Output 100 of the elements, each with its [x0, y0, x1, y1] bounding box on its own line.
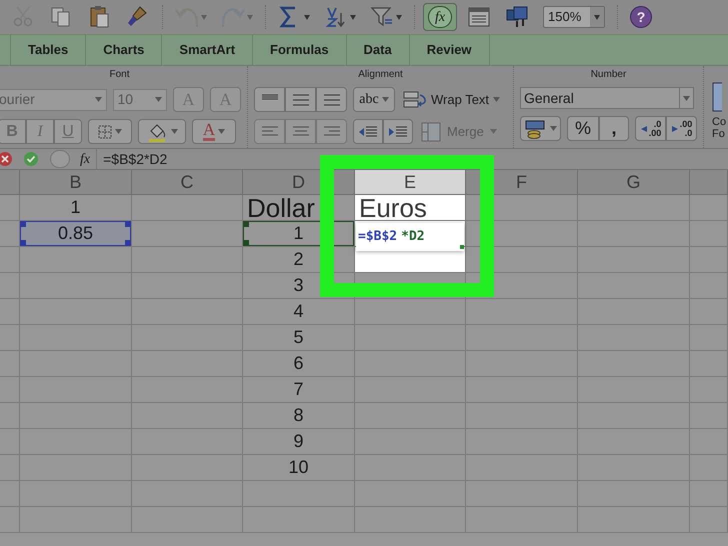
- spreadsheet-cell[interactable]: [0, 455, 20, 481]
- spreadsheet-cell[interactable]: [466, 429, 578, 455]
- number-format-field[interactable]: General: [520, 87, 694, 109]
- spreadsheet-cell[interactable]: [20, 429, 132, 455]
- column-header[interactable]: B: [20, 170, 132, 195]
- spreadsheet-cell[interactable]: [690, 247, 728, 273]
- decrease-indent-button[interactable]: [353, 119, 383, 144]
- selection-handle[interactable]: [243, 221, 249, 227]
- spreadsheet-cell[interactable]: 7: [243, 377, 355, 403]
- spreadsheet-cell[interactable]: [20, 273, 132, 299]
- column-header[interactable]: [0, 170, 20, 195]
- wrap-text-button[interactable]: Wrap Text: [401, 87, 502, 112]
- spreadsheet-cell[interactable]: [243, 481, 355, 507]
- spreadsheet-cell[interactable]: [0, 403, 20, 429]
- spreadsheet-cell[interactable]: [578, 325, 690, 351]
- spreadsheet-cell[interactable]: 3: [243, 273, 355, 299]
- spreadsheet-cell[interactable]: [578, 247, 690, 273]
- percent-button[interactable]: %: [567, 116, 599, 141]
- spreadsheet-cell[interactable]: [355, 299, 466, 325]
- spreadsheet-cell[interactable]: [132, 429, 243, 455]
- spreadsheet-cell[interactable]: [20, 299, 132, 325]
- increase-decimal-button[interactable]: .0 .00: [635, 116, 666, 141]
- spreadsheet-cell[interactable]: [132, 351, 243, 377]
- spreadsheet-cell[interactable]: [690, 273, 728, 299]
- spreadsheet-cell[interactable]: [0, 247, 20, 273]
- spreadsheet-cell[interactable]: [466, 507, 578, 533]
- increase-indent-button[interactable]: [383, 119, 413, 144]
- spreadsheet-cell[interactable]: [690, 195, 728, 221]
- spreadsheet-cell[interactable]: [690, 377, 728, 403]
- spreadsheet-cell[interactable]: [355, 429, 466, 455]
- spreadsheet-cell[interactable]: [20, 351, 132, 377]
- spreadsheet-cell[interactable]: [578, 299, 690, 325]
- spreadsheet-cell[interactable]: [20, 455, 132, 481]
- decrease-decimal-button[interactable]: .00 .0: [666, 116, 697, 141]
- spreadsheet-cell[interactable]: [0, 325, 20, 351]
- align-left-button[interactable]: [254, 119, 285, 144]
- column-header[interactable]: G: [578, 170, 690, 195]
- spreadsheet-cell[interactable]: [0, 507, 20, 533]
- spreadsheet-cell[interactable]: [578, 481, 690, 507]
- spreadsheet-cell[interactable]: [466, 455, 578, 481]
- help-button[interactable]: ?: [630, 6, 652, 28]
- spreadsheet-cell[interactable]: [690, 481, 728, 507]
- spreadsheet-cell[interactable]: [690, 507, 728, 533]
- spreadsheet-cell[interactable]: [578, 221, 690, 247]
- spreadsheet-cell[interactable]: [0, 377, 20, 403]
- align-center-button[interactable]: [285, 119, 316, 144]
- spreadsheet-cell[interactable]: [20, 507, 132, 533]
- spreadsheet-cell[interactable]: [20, 325, 132, 351]
- fill-color-button[interactable]: [138, 119, 186, 144]
- align-right-button[interactable]: [316, 119, 347, 144]
- align-top-button[interactable]: [254, 87, 285, 112]
- round-button[interactable]: [50, 150, 70, 168]
- spreadsheet-cell[interactable]: [690, 403, 728, 429]
- spreadsheet-cell[interactable]: [578, 507, 690, 533]
- spreadsheet-cell[interactable]: [355, 377, 466, 403]
- spreadsheet-cell[interactable]: [578, 273, 690, 299]
- spreadsheet-cell[interactable]: [132, 195, 243, 221]
- spreadsheet-cell[interactable]: [355, 351, 466, 377]
- spreadsheet-cell[interactable]: [132, 507, 243, 533]
- spreadsheet-cell[interactable]: [132, 247, 243, 273]
- currency-button[interactable]: [520, 116, 561, 141]
- spreadsheet-cell[interactable]: [20, 377, 132, 403]
- spreadsheet-cell[interactable]: [466, 481, 578, 507]
- selection-handle[interactable]: [20, 240, 26, 246]
- spreadsheet-cell[interactable]: [0, 273, 20, 299]
- spreadsheet-cell[interactable]: [578, 195, 690, 221]
- spreadsheet-cell[interactable]: [578, 429, 690, 455]
- spreadsheet-cell[interactable]: [466, 221, 578, 247]
- formula-input[interactable]: =$B$2 *D2: [356, 223, 464, 251]
- column-header[interactable]: [690, 170, 728, 195]
- spreadsheet-cell[interactable]: [20, 481, 132, 507]
- spreadsheet-cell[interactable]: [690, 221, 728, 247]
- fill-handle[interactable]: [460, 245, 464, 249]
- spreadsheet-cell[interactable]: [132, 481, 243, 507]
- spreadsheet-cell[interactable]: [690, 429, 728, 455]
- spreadsheet-cell[interactable]: [355, 273, 466, 299]
- spreadsheet-cell[interactable]: [132, 273, 243, 299]
- spreadsheet-cell[interactable]: [132, 377, 243, 403]
- spreadsheet-cell[interactable]: 8: [243, 403, 355, 429]
- selection-handle[interactable]: [243, 240, 249, 246]
- spreadsheet-cell[interactable]: [132, 299, 243, 325]
- spreadsheet-cell[interactable]: [20, 247, 132, 273]
- spreadsheet-cell[interactable]: 1: [243, 221, 355, 247]
- spreadsheet-cell[interactable]: [466, 377, 578, 403]
- spreadsheet-cell[interactable]: [132, 325, 243, 351]
- spreadsheet-cell[interactable]: 6: [243, 351, 355, 377]
- spreadsheet-cell[interactable]: [0, 299, 20, 325]
- spreadsheet-cell[interactable]: [20, 403, 132, 429]
- spreadsheet-cell[interactable]: [466, 273, 578, 299]
- borders-button[interactable]: [88, 119, 132, 144]
- spreadsheet-cell[interactable]: [132, 455, 243, 481]
- spreadsheet-cell[interactable]: [243, 507, 355, 533]
- spreadsheet-cell[interactable]: 10: [243, 455, 355, 481]
- zoom-dropdown[interactable]: 150%: [543, 6, 605, 28]
- spreadsheet-cell[interactable]: [578, 455, 690, 481]
- spreadsheet-cell[interactable]: Euros: [355, 195, 466, 221]
- spreadsheet-cell[interactable]: 5: [243, 325, 355, 351]
- column-header[interactable]: E: [355, 170, 466, 195]
- align-middle-button[interactable]: [285, 87, 316, 112]
- spreadsheet-cell[interactable]: [0, 351, 20, 377]
